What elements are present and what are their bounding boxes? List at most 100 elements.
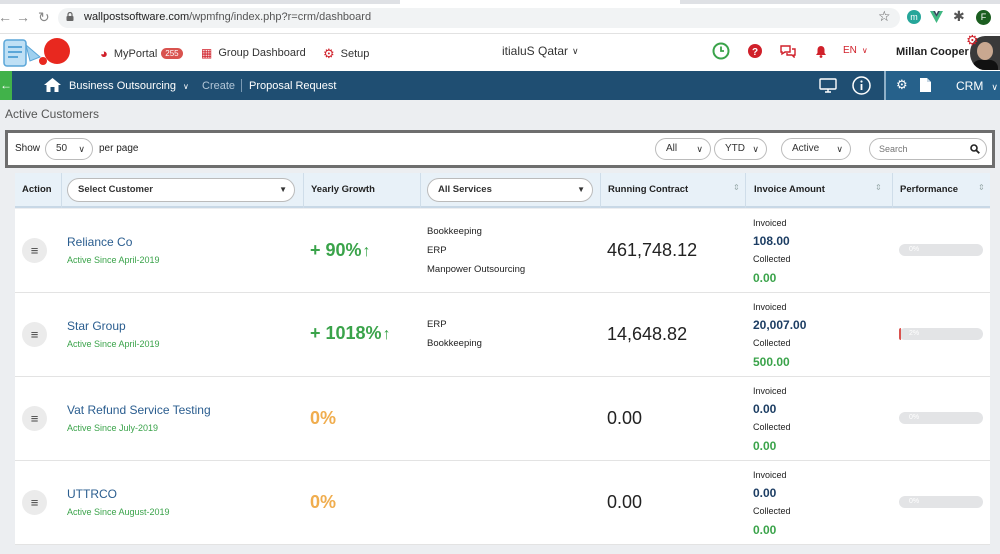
collected-value[interactable]: 0.00 [753, 439, 776, 453]
show-label: Show [15, 143, 41, 154]
row-menu-button[interactable]: ≡ [22, 322, 47, 347]
triangle-down-icon: ▼ [577, 185, 585, 194]
sort-icon[interactable]: ⇕ [875, 183, 882, 192]
crm-label: CRM [956, 79, 984, 93]
create-link[interactable]: Create [202, 80, 235, 92]
per-page-select[interactable]: 50 ∨ [45, 138, 93, 160]
vue-extension-icon[interactable] [930, 11, 943, 23]
svg-text:?: ? [752, 47, 758, 58]
customer-select[interactable]: Select Customer ▼ [67, 178, 295, 202]
customer-select-label: Select Customer [78, 184, 153, 195]
customer-name-link[interactable]: Vat Refund Service Testing [67, 403, 211, 417]
customer-name-link[interactable]: UTTRCO [67, 487, 117, 501]
myportal-menu[interactable]: ◕ MyPortal 255 [100, 46, 183, 61]
extensions-puzzle-icon[interactable]: ✱ [953, 9, 965, 23]
status-select[interactable]: Active ∨ [781, 138, 851, 160]
header-performance[interactable]: Performance [900, 184, 958, 195]
performance-fill [899, 328, 901, 340]
table-row: ≡ Star Group Active Since April-2019 + 1… [15, 293, 990, 377]
triangle-down-icon: ▼ [279, 185, 287, 194]
collected-label: Collected [753, 422, 791, 432]
service-item: Bookkeeping [427, 338, 482, 349]
collected-value[interactable]: 0.00 [753, 271, 776, 285]
profile-icon[interactable]: F [976, 10, 991, 25]
monitor-icon[interactable] [819, 78, 837, 93]
scope-select[interactable]: All ∨ [655, 138, 711, 160]
setup-menu[interactable]: ⚙ Setup [323, 46, 369, 62]
per-page-label: per page [99, 143, 139, 154]
active-tab[interactable] [400, 0, 680, 4]
growth-text: + 1018% [310, 323, 382, 343]
header-running-contract[interactable]: Running Contract [608, 184, 688, 195]
sort-icon[interactable]: ⇕ [978, 183, 985, 192]
row-menu-button[interactable]: ≡ [22, 406, 47, 431]
extension-m-icon[interactable]: m [907, 10, 921, 24]
performance-text: 0% [909, 246, 920, 253]
sort-icon[interactable]: ⇕ [733, 183, 740, 192]
collected-label: Collected [753, 506, 791, 516]
app-logo[interactable] [0, 37, 72, 69]
service-item: ERP [427, 319, 447, 330]
chat-icon[interactable] [780, 44, 796, 58]
collected-label: Collected [753, 254, 791, 264]
invoiced-value[interactable]: 0.00 [753, 486, 776, 500]
chevron-down-icon: ∨ [836, 144, 843, 154]
customer-since: Active Since August-2019 [67, 507, 170, 517]
customer-name-link[interactable]: Star Group [67, 319, 126, 333]
hamburger-icon: ≡ [30, 495, 39, 510]
row-menu-button[interactable]: ≡ [22, 490, 47, 515]
invoiced-label: Invoiced [753, 302, 787, 312]
running-contract-value: 14,648.82 [607, 324, 688, 344]
table-row: ≡ UTTRCO Active Since August-2019 0% 0.0… [15, 461, 990, 545]
running-contract-value: 461,748.12 [607, 240, 698, 260]
table-header: Action Select Customer ▼ Yearly Growth Al… [15, 173, 990, 208]
invoiced-label: Invoiced [753, 470, 787, 480]
header-invoice-amount[interactable]: Invoice Amount [754, 184, 825, 195]
user-name[interactable]: Millan Cooper [896, 46, 969, 58]
service-item: Manpower Outsourcing [427, 264, 526, 275]
group-dashboard-label: Group Dashboard [218, 47, 306, 59]
row-menu-button[interactable]: ≡ [22, 238, 47, 263]
language-label: EN [843, 45, 857, 56]
invoiced-value[interactable]: 20,007.00 [753, 318, 806, 332]
crm-selector[interactable]: CRM ∨ [956, 79, 998, 93]
period-select[interactable]: YTD ∨ [714, 138, 767, 160]
table-row: ≡ Vat Refund Service Testing Active Sinc… [15, 377, 990, 461]
group-dashboard-menu[interactable]: ▦ Group Dashboard [201, 46, 306, 60]
clock-icon[interactable] [712, 42, 730, 60]
divider [241, 79, 242, 92]
collected-value[interactable]: 500.00 [753, 355, 790, 369]
language-selector[interactable]: EN ∨ [843, 45, 868, 56]
back-icon[interactable]: ← [0, 10, 12, 24]
arrow-left-icon: ← [0, 78, 12, 92]
header-yearly-growth[interactable]: Yearly Growth [311, 184, 375, 195]
notification-bell-icon[interactable] [815, 45, 827, 58]
chevron-down-icon: ∨ [572, 45, 579, 56]
module-selector[interactable]: Business Outsourcing ∨ [69, 80, 189, 92]
company-selector[interactable]: itialuS Qatar ∨ [502, 44, 579, 58]
yearly-growth-value: 0% [310, 492, 337, 512]
invoiced-value[interactable]: 108.00 [753, 234, 790, 248]
search-icon[interactable] [970, 144, 980, 154]
invoiced-value[interactable]: 0.00 [753, 402, 776, 416]
customer-name-link[interactable]: Reliance Co [67, 235, 132, 249]
settings-icon[interactable]: ⚙ [896, 77, 908, 93]
services-select-label: All Services [438, 184, 492, 195]
sidebar-toggle-button[interactable]: ← [0, 71, 12, 100]
url-text[interactable]: wallpostsoftware.com/wpmfng/index.php?r=… [84, 11, 371, 23]
yearly-growth-value: + 90%↑ [310, 240, 371, 261]
proposal-request-link[interactable]: Proposal Request [249, 80, 336, 92]
services-select[interactable]: All Services ▼ [427, 178, 593, 202]
settings-gear-icon[interactable]: ⚙ [966, 32, 979, 49]
chevron-down-icon: ∨ [78, 144, 85, 154]
forward-icon[interactable]: → [16, 10, 30, 24]
bookmark-star-icon[interactable]: ☆ [878, 9, 891, 23]
help-icon[interactable]: ? [748, 44, 762, 58]
info-icon[interactable] [852, 76, 871, 95]
collected-value[interactable]: 0.00 [753, 523, 776, 537]
arrow-up-icon: ↑ [362, 243, 371, 260]
setup-label: Setup [340, 48, 370, 60]
reload-icon[interactable]: ↻ [38, 10, 50, 24]
document-icon[interactable] [920, 78, 931, 92]
home-icon[interactable] [44, 78, 61, 92]
